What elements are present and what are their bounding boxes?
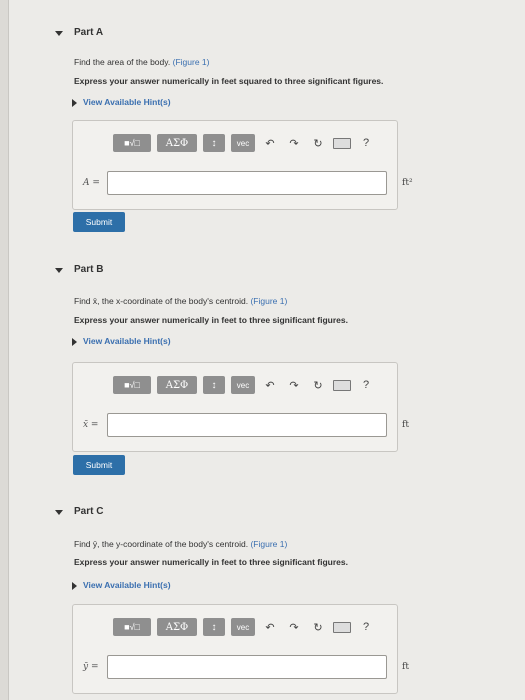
view-hints-link[interactable]: View Available Hint(s) — [72, 580, 171, 590]
view-hints-link[interactable]: View Available Hint(s) — [72, 97, 171, 107]
vector-button[interactable]: vec — [231, 134, 255, 152]
left-edge — [0, 0, 9, 700]
figure-link[interactable]: (Figure 1) — [173, 57, 210, 67]
undo-icon[interactable]: ↶ — [261, 376, 279, 394]
figure-link[interactable]: (Figure 1) — [250, 296, 287, 306]
templates-button[interactable]: ■√□ — [113, 376, 151, 394]
redo-icon[interactable]: ↷ — [285, 134, 303, 152]
undo-icon[interactable]: ↶ — [261, 134, 279, 152]
instruction-text: Express your answer numerically in feet … — [74, 315, 348, 325]
greek-symbols-button[interactable]: ΑΣΦ — [157, 134, 197, 152]
variable-label: ȳ = — [83, 662, 99, 672]
collapse-caret-icon[interactable] — [55, 268, 63, 273]
math-toolbar: ■√□ ΑΣΦ ↕ vec ↶ ↷ ↻ ? — [113, 375, 375, 395]
keyboard-icon[interactable] — [333, 376, 351, 394]
greek-symbols-button[interactable]: ΑΣΦ — [157, 376, 197, 394]
unit-label: ft — [402, 662, 409, 672]
vector-button[interactable]: vec — [231, 376, 255, 394]
vector-button[interactable]: vec — [231, 618, 255, 636]
arrows-button[interactable]: ↕ — [203, 618, 225, 636]
expand-triangle-icon — [72, 337, 77, 346]
expand-triangle-icon — [72, 581, 77, 590]
figure-link[interactable]: (Figure 1) — [250, 539, 287, 549]
hint-label: View Available Hint(s) — [83, 97, 171, 107]
templates-button[interactable]: ■√□ — [113, 618, 151, 636]
question-text: Find x̄, the x-coordinate of the body's … — [74, 296, 287, 306]
question-prefix: Find the area of the body. — [74, 57, 171, 67]
help-icon[interactable]: ? — [357, 618, 375, 636]
collapse-caret-icon[interactable] — [55, 510, 63, 515]
variable-label: A = — [83, 178, 100, 188]
arrows-button[interactable]: ↕ — [203, 134, 225, 152]
help-icon[interactable]: ? — [357, 376, 375, 394]
answer-input[interactable] — [107, 413, 387, 437]
answer-panel: ■√□ ΑΣΦ ↕ vec ↶ ↷ ↻ ? x̄ = ft — [72, 362, 409, 452]
part-title: Part A — [74, 27, 104, 38]
question-text: Find the area of the body. (Figure 1) — [74, 57, 209, 67]
unit-label: ft² — [402, 178, 413, 188]
redo-icon[interactable]: ↷ — [285, 376, 303, 394]
submit-button[interactable]: Submit — [73, 212, 125, 232]
variable-label: x̄ = — [83, 420, 99, 430]
math-toolbar: ■√□ ΑΣΦ ↕ vec ↶ ↷ ↻ ? — [113, 617, 375, 637]
question-prefix: Find ȳ, the y-coordinate of the body's … — [74, 539, 249, 549]
instruction-text: Express your answer numerically in feet … — [74, 76, 384, 86]
unit-label: ft — [402, 420, 409, 430]
answer-input[interactable] — [107, 171, 387, 195]
keyboard-icon[interactable] — [333, 618, 351, 636]
templates-button[interactable]: ■√□ — [113, 134, 151, 152]
collapse-caret-icon[interactable] — [55, 31, 63, 36]
question-text: Find ȳ, the y-coordinate of the body's … — [74, 539, 287, 549]
answer-panel: ■√□ ΑΣΦ ↕ vec ↶ ↷ ↻ ? A = ft² — [72, 120, 413, 210]
answer-panel: ■√□ ΑΣΦ ↕ vec ↶ ↷ ↻ ? ȳ = ft — [72, 604, 409, 694]
part-title: Part C — [74, 506, 104, 517]
keyboard-icon[interactable] — [333, 134, 351, 152]
hint-label: View Available Hint(s) — [83, 580, 171, 590]
help-icon[interactable]: ? — [357, 134, 375, 152]
answer-input[interactable] — [107, 655, 387, 679]
greek-symbols-button[interactable]: ΑΣΦ — [157, 618, 197, 636]
math-toolbar: ■√□ ΑΣΦ ↕ vec ↶ ↷ ↻ ? — [113, 133, 375, 153]
reset-icon[interactable]: ↻ — [309, 134, 327, 152]
reset-icon[interactable]: ↻ — [309, 618, 327, 636]
hint-label: View Available Hint(s) — [83, 336, 171, 346]
redo-icon[interactable]: ↷ — [285, 618, 303, 636]
undo-icon[interactable]: ↶ — [261, 618, 279, 636]
expand-triangle-icon — [72, 98, 77, 107]
question-prefix: Find x̄, the x-coordinate of the body's … — [74, 296, 249, 306]
instruction-text: Express your answer numerically in feet … — [74, 557, 348, 567]
arrows-button[interactable]: ↕ — [203, 376, 225, 394]
submit-button[interactable]: Submit — [73, 455, 125, 475]
reset-icon[interactable]: ↻ — [309, 376, 327, 394]
view-hints-link[interactable]: View Available Hint(s) — [72, 336, 171, 346]
part-title: Part B — [74, 264, 104, 275]
